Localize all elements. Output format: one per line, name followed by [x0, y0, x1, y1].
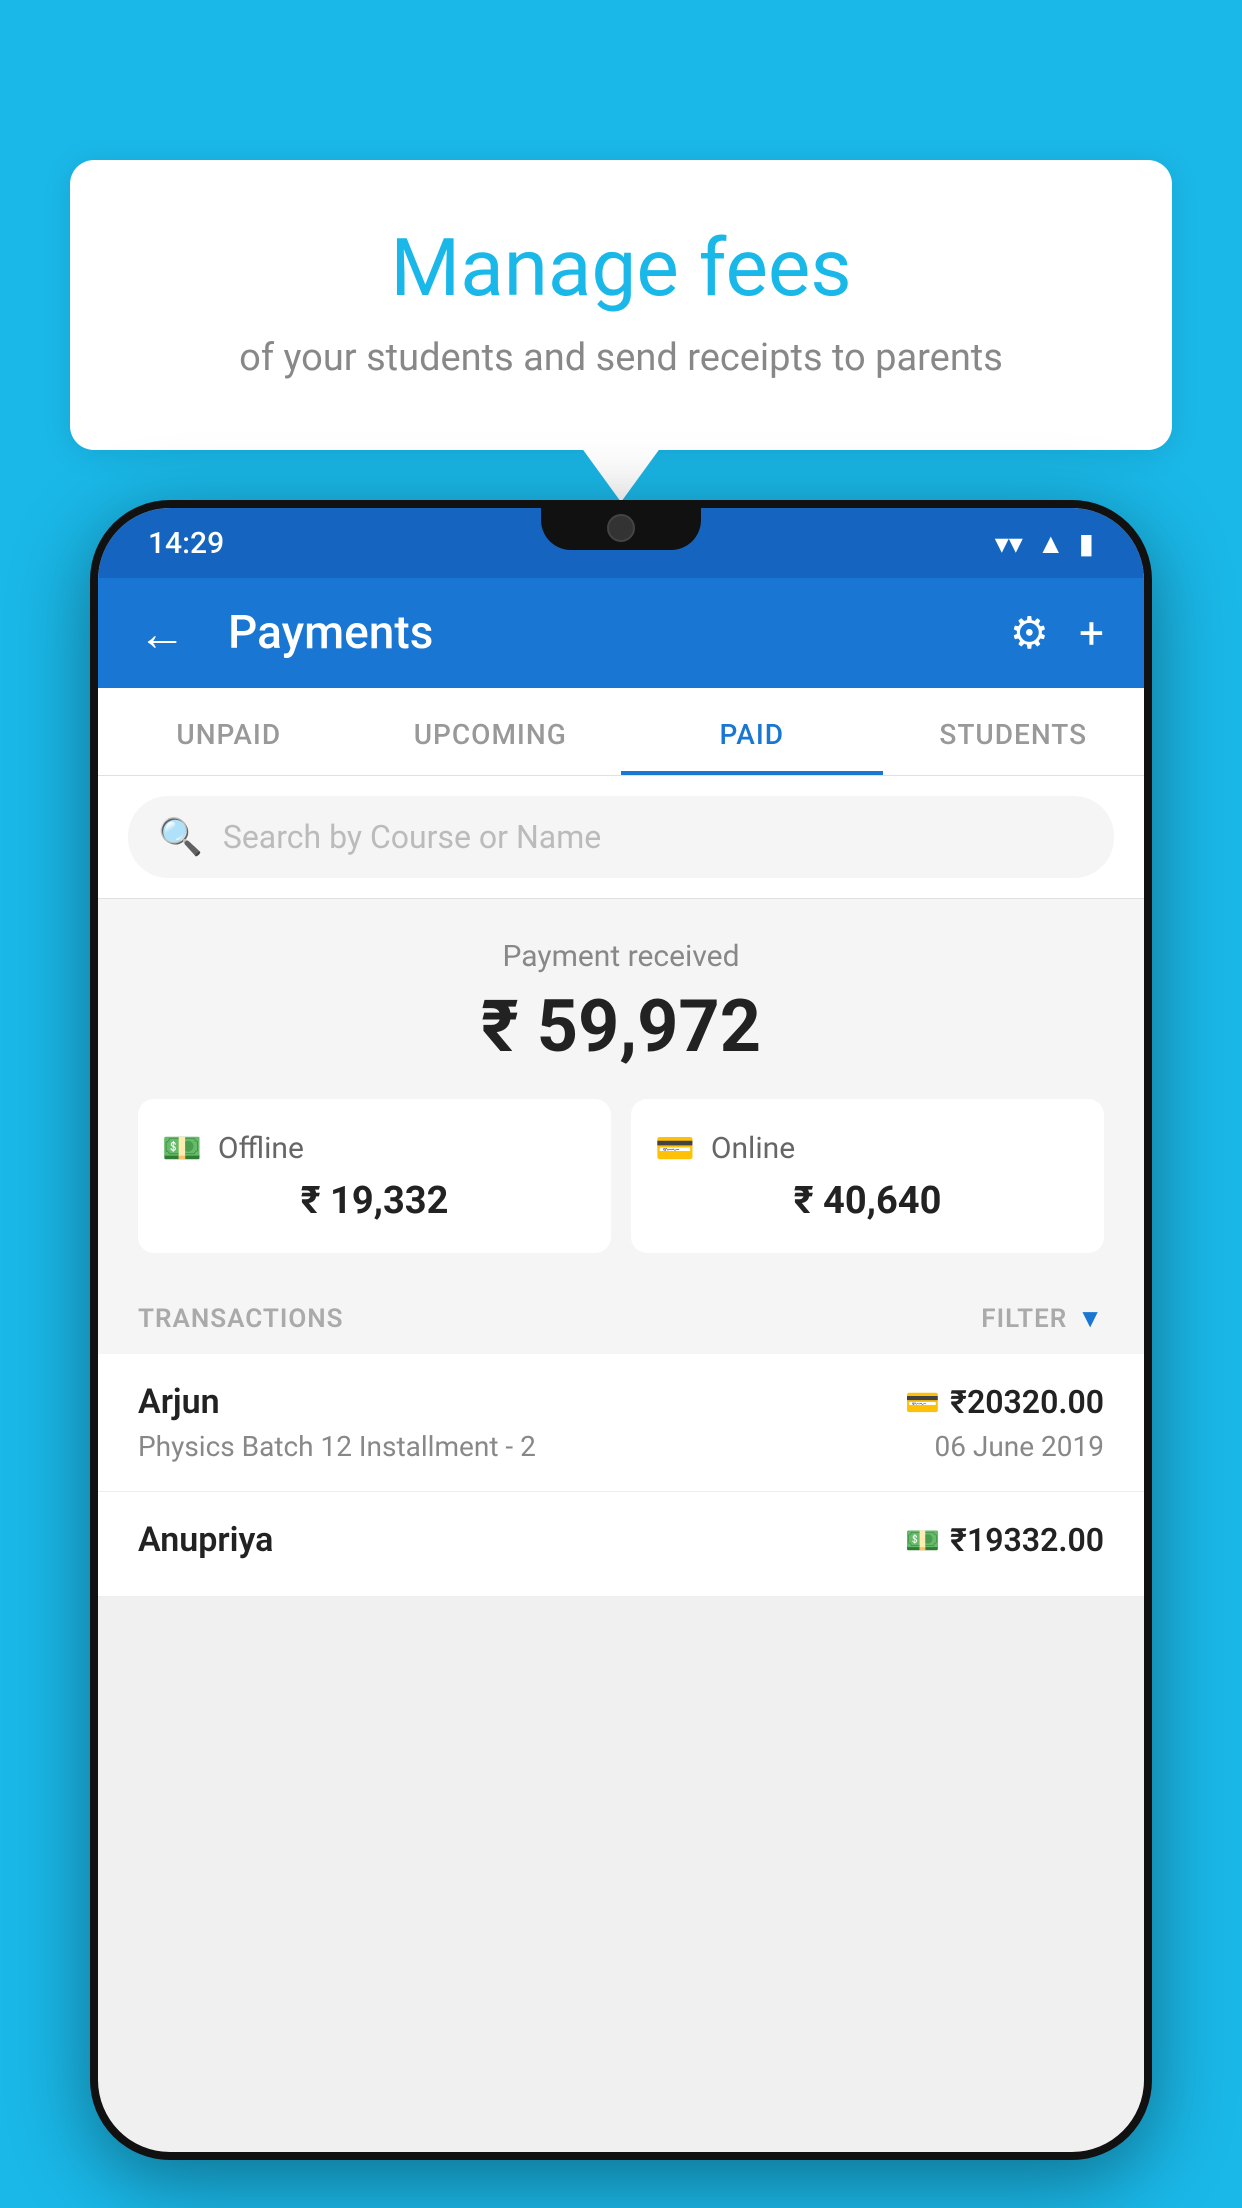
payment-cards: 💵 Offline ₹ 19,332 💳 Online ₹ 40,640 [138, 1099, 1104, 1253]
offline-label: Offline [218, 1131, 304, 1166]
tab-upcoming[interactable]: UPCOMING [360, 688, 622, 775]
offline-amount: ₹ 19,332 [162, 1179, 587, 1223]
online-card-header: 💳 Online [655, 1129, 1080, 1167]
online-amount: ₹ 40,640 [655, 1179, 1080, 1223]
tab-unpaid[interactable]: UNPAID [98, 688, 360, 775]
phone-frame: 14:29 ▾▾ ▲ ▮ ← Payments ⚙ + UNPAID UPCOM… [90, 500, 1152, 2160]
transaction-date: 06 June 2019 [934, 1430, 1104, 1463]
tooltip-subtitle: of your students and send receipts to pa… [140, 336, 1102, 380]
back-button[interactable]: ← [138, 605, 198, 662]
online-icon: 💳 [655, 1129, 695, 1167]
filter-icon: ▼ [1077, 1303, 1104, 1334]
payment-total-amount: ₹ 59,972 [138, 984, 1104, 1069]
tooltip-title: Manage fees [140, 220, 1102, 316]
phone-notch [541, 500, 701, 550]
tab-bar: UNPAID UPCOMING PAID STUDENTS [98, 688, 1144, 776]
transaction-course: Physics Batch 12 Installment - 2 [138, 1430, 536, 1463]
nav-title: Payments [228, 606, 980, 660]
transaction-name: Anupriya [138, 1520, 273, 1560]
transaction-amount-value: ₹20320.00 [950, 1383, 1104, 1421]
transaction-row-top: Arjun 💳 ₹20320.00 [138, 1382, 1104, 1422]
table-row[interactable]: Anupriya 💵 ₹19332.00 [98, 1492, 1144, 1597]
transaction-row-bottom: Physics Batch 12 Installment - 2 06 June… [138, 1430, 1104, 1463]
phone-container: 14:29 ▾▾ ▲ ▮ ← Payments ⚙ + UNPAID UPCOM… [90, 500, 1152, 2208]
filter-button[interactable]: FILTER ▼ [981, 1303, 1104, 1334]
offline-card-header: 💵 Offline [162, 1129, 587, 1167]
table-row[interactable]: Arjun 💳 ₹20320.00 Physics Batch 12 Insta… [98, 1354, 1144, 1492]
phone-screen: 14:29 ▾▾ ▲ ▮ ← Payments ⚙ + UNPAID UPCOM… [98, 508, 1144, 2152]
tooltip-card: Manage fees of your students and send re… [70, 160, 1172, 450]
transaction-name: Arjun [138, 1382, 220, 1422]
search-container: 🔍 Search by Course or Name [98, 776, 1144, 899]
transaction-amount: 💵 ₹19332.00 [905, 1521, 1104, 1559]
status-time: 14:29 [148, 526, 224, 561]
payment-summary: Payment received ₹ 59,972 💵 Offline ₹ 19… [98, 899, 1144, 1283]
online-payment-icon: 💳 [905, 1386, 940, 1419]
tab-paid[interactable]: PAID [621, 688, 883, 775]
transaction-amount: 💳 ₹20320.00 [905, 1383, 1104, 1421]
online-card: 💳 Online ₹ 40,640 [631, 1099, 1104, 1253]
offline-payment-icon: 💵 [905, 1524, 940, 1557]
wifi-icon: ▾▾ [995, 527, 1023, 560]
status-icons: ▾▾ ▲ ▮ [995, 527, 1094, 560]
nav-bar: ← Payments ⚙ + [98, 578, 1144, 688]
offline-icon: 💵 [162, 1129, 202, 1167]
settings-button[interactable]: ⚙ [1010, 607, 1049, 659]
transactions-label: TRANSACTIONS [138, 1304, 344, 1334]
phone-camera [607, 514, 635, 542]
online-label: Online [711, 1131, 795, 1166]
transactions-header: TRANSACTIONS FILTER ▼ [98, 1283, 1144, 1354]
search-icon: 🔍 [158, 816, 203, 858]
battery-icon: ▮ [1079, 527, 1094, 560]
transaction-amount-value: ₹19332.00 [950, 1521, 1104, 1559]
offline-card: 💵 Offline ₹ 19,332 [138, 1099, 611, 1253]
tab-students[interactable]: STUDENTS [883, 688, 1145, 775]
transaction-row-top: Anupriya 💵 ₹19332.00 [138, 1520, 1104, 1560]
search-input[interactable]: Search by Course or Name [223, 818, 601, 856]
payment-received-label: Payment received [138, 939, 1104, 974]
search-box[interactable]: 🔍 Search by Course or Name [128, 796, 1114, 878]
add-button[interactable]: + [1079, 607, 1104, 659]
signal-icon: ▲ [1037, 527, 1065, 560]
filter-text: FILTER [981, 1304, 1067, 1334]
